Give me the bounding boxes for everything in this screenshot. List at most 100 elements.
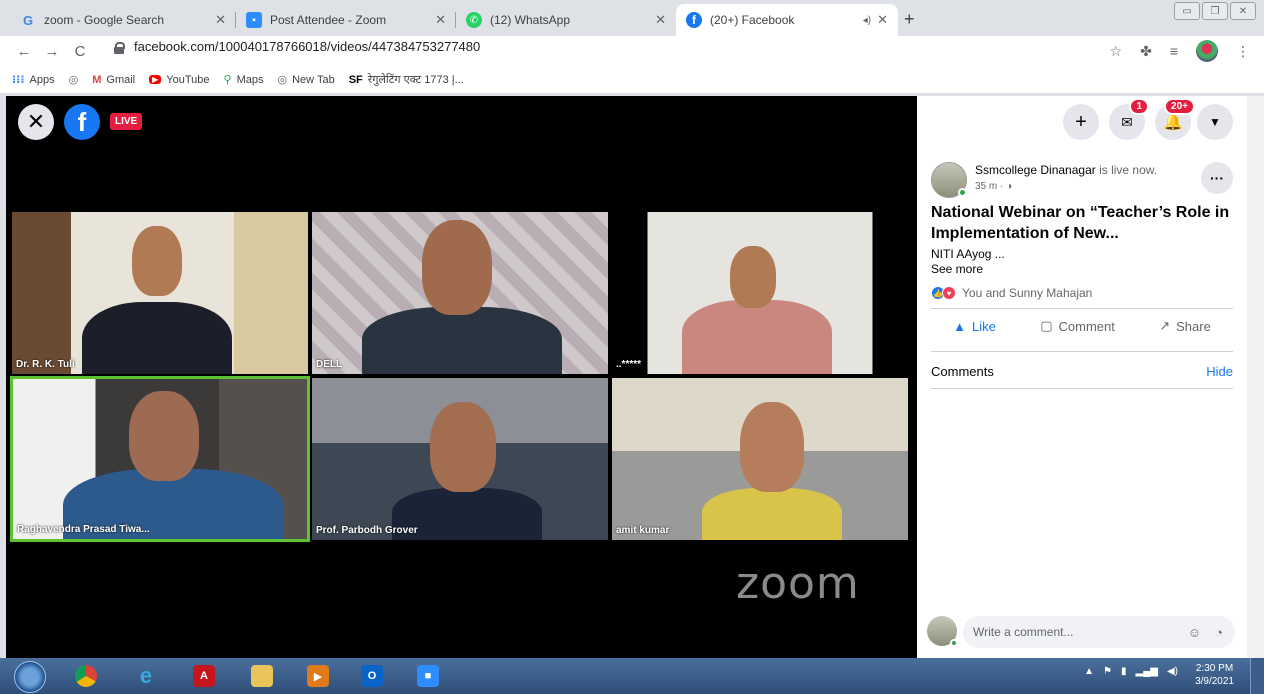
messenger-button[interactable]: ✉ 1 [1109, 98, 1149, 140]
post-options-button[interactable]: ··· [1201, 162, 1233, 194]
like-button[interactable]: ▲ Like [953, 318, 996, 334]
bookmark-globe[interactable]: ◎ [69, 73, 79, 86]
participant-tile-active-speaker: Raghavendra Prasad Tiwa... [10, 376, 310, 542]
system-clock[interactable]: 2:30 PM 3/9/2021 [1195, 662, 1234, 688]
thumbs-up-icon: ▲ [953, 318, 967, 334]
page-name-link[interactable]: Ssmcollege Dinanagar [975, 163, 1096, 177]
bookmark-apps[interactable]: ⁝⁝⁝ Apps [12, 73, 55, 87]
taskbar-zoom[interactable]: ■ [404, 661, 452, 691]
participant-tile: Dr. R. K. Tuli [12, 212, 308, 374]
bookmark-maps[interactable]: ⚲ Maps [224, 73, 264, 87]
internet-explorer-icon: e [139, 663, 153, 688]
tab-google-search[interactable]: G zoom - Google Search ✕ [10, 4, 236, 36]
close-icon[interactable]: ✕ [215, 12, 226, 28]
extensions-icon[interactable]: ✤ [1140, 43, 1152, 60]
reload-button[interactable]: C [66, 43, 94, 60]
profile-avatar[interactable] [1196, 40, 1218, 62]
new-tab-button[interactable]: + [904, 9, 915, 30]
comment-button[interactable]: ▢ Comment [1040, 318, 1115, 334]
divider [931, 308, 1233, 309]
tab-facebook[interactable]: f (20+) Facebook ◂) ✕ [676, 4, 898, 36]
whatsapp-icon: ✆ [466, 12, 482, 28]
reading-list-icon[interactable]: ≡ [1170, 43, 1178, 59]
bookmarks-bar: ⁝⁝⁝ Apps ◎ M Gmail ▶ YouTube ⚲ Maps ◎ Ne… [0, 66, 1264, 94]
windows-taskbar: e A ▶ O ■ ▲ ⚑ ▮ ▂▄▆ ◀) 2:30 PM 3/9/2021 [0, 658, 1264, 694]
close-icon[interactable]: ✕ [655, 12, 666, 28]
browser-tab-bar: G zoom - Google Search ✕ ▪ Post Attendee… [0, 0, 1264, 36]
create-button[interactable]: + [1063, 104, 1099, 140]
taskbar-ie[interactable]: e [122, 661, 170, 691]
menu-kebab-icon[interactable]: ⋮ [1236, 43, 1250, 60]
taskbar-outlook[interactable]: O [348, 661, 396, 691]
flag-icon[interactable]: ⚑ [1103, 666, 1112, 677]
bookmark-new-tab[interactable]: ◎ New Tab [277, 73, 335, 87]
see-more-link[interactable]: See more [931, 262, 983, 276]
taskbar-explorer[interactable] [238, 661, 286, 691]
account-menu-button[interactable]: ▼ [1197, 104, 1233, 140]
bookmark-gmail[interactable]: M Gmail [92, 74, 135, 86]
reactions-summary[interactable]: 👍 ♥ You and Sunny Mahajan [931, 286, 1092, 300]
online-indicator [958, 188, 967, 197]
media-player-icon: ▶ [307, 665, 329, 687]
bookmark-regulating-act[interactable]: SF रेगुलेटिंग एक्ट 1773 |... [349, 72, 464, 87]
globe-icon: ◎ [68, 74, 79, 86]
reactions-text: You and Sunny Mahajan [962, 286, 1093, 300]
tab-whatsapp[interactable]: ✆ (12) WhatsApp ✕ [456, 4, 676, 36]
comment-label: Comment [1058, 318, 1115, 334]
taskbar-media[interactable]: ▶ [294, 661, 342, 691]
emoji-icon[interactable]: ☺ [1188, 625, 1201, 640]
taskbar-acrobat[interactable]: A [180, 661, 228, 691]
live-badge: LIVE [110, 113, 143, 130]
globe-icon: ◎ [277, 74, 288, 86]
battery-icon[interactable]: ▮ [1121, 666, 1127, 677]
tray-expand-icon[interactable]: ▲ [1084, 666, 1094, 677]
live-status-text: is live now. [1095, 163, 1158, 177]
maximize-button[interactable]: ❐ [1202, 2, 1228, 20]
chevron-down-icon: ▼ [1209, 115, 1221, 129]
close-icon[interactable]: ✕ [435, 12, 446, 28]
close-video-button[interactable]: ✕ [18, 104, 54, 140]
comment-placeholder: Write a comment... [973, 625, 1074, 639]
network-icon[interactable]: ▂▄▆ [1136, 666, 1158, 677]
notifications-badge: 20+ [1164, 98, 1195, 115]
sticker-icon[interactable]: ◔ [1215, 625, 1223, 640]
speaker-icon[interactable]: ◂) [863, 15, 871, 26]
user-avatar[interactable] [927, 616, 958, 647]
close-window-button[interactable]: ✕ [1230, 2, 1256, 20]
online-indicator [950, 639, 958, 647]
taskbar-chrome[interactable] [62, 661, 110, 691]
live-video-player[interactable]: ✕ f LIVE Dr. R. K. Tuli DELL ..***** Rag… [6, 96, 917, 658]
facebook-logo-button[interactable]: f [64, 104, 100, 140]
start-button[interactable] [14, 661, 46, 693]
share-button[interactable]: ↗ Share [1159, 318, 1211, 334]
post-description: NITI AAyog ... [931, 247, 1005, 261]
scrollbar[interactable] [1247, 96, 1264, 658]
hide-comments-button[interactable]: Hide [1206, 364, 1233, 379]
close-icon[interactable]: ✕ [877, 12, 888, 28]
post-time-text: 35 m · [975, 181, 1007, 192]
bookmark-youtube[interactable]: ▶ YouTube [149, 73, 210, 86]
show-desktop-button[interactable] [1250, 658, 1264, 694]
divider [931, 388, 1233, 389]
participant-tile: ..***** [612, 212, 908, 374]
tab-zoom[interactable]: ▪ Post Attendee - Zoom ✕ [236, 4, 456, 36]
minimize-button[interactable]: ▭ [1174, 2, 1200, 20]
bell-icon: 🔔 [1163, 114, 1183, 131]
participant-name: Raghavendra Prasad Tiwa... [17, 524, 150, 535]
post-time[interactable]: 35 m · ◑ [975, 181, 1012, 192]
bookmark-label: Maps [236, 73, 264, 86]
page-avatar[interactable] [931, 162, 967, 198]
comment-input[interactable]: Write a comment... ☺ ◔ [963, 616, 1235, 648]
love-reaction-icon: ♥ [942, 286, 956, 300]
forward-button[interactable]: → [38, 43, 66, 60]
globe-icon: ◑ [1006, 181, 1013, 192]
apps-grid-icon: ⁝⁝⁝ [12, 74, 25, 86]
volume-icon[interactable]: ◀) [1167, 666, 1178, 677]
star-icon[interactable]: ☆ [1110, 43, 1123, 60]
bookmark-label: YouTube [166, 73, 210, 86]
address-bar[interactable]: facebook.com/100040178766018/videos/4473… [114, 39, 480, 54]
back-button[interactable]: ← [10, 43, 38, 60]
clock-time: 2:30 PM [1195, 663, 1234, 674]
divider [931, 351, 1233, 352]
notifications-button[interactable]: 🔔 20+ [1155, 98, 1195, 140]
